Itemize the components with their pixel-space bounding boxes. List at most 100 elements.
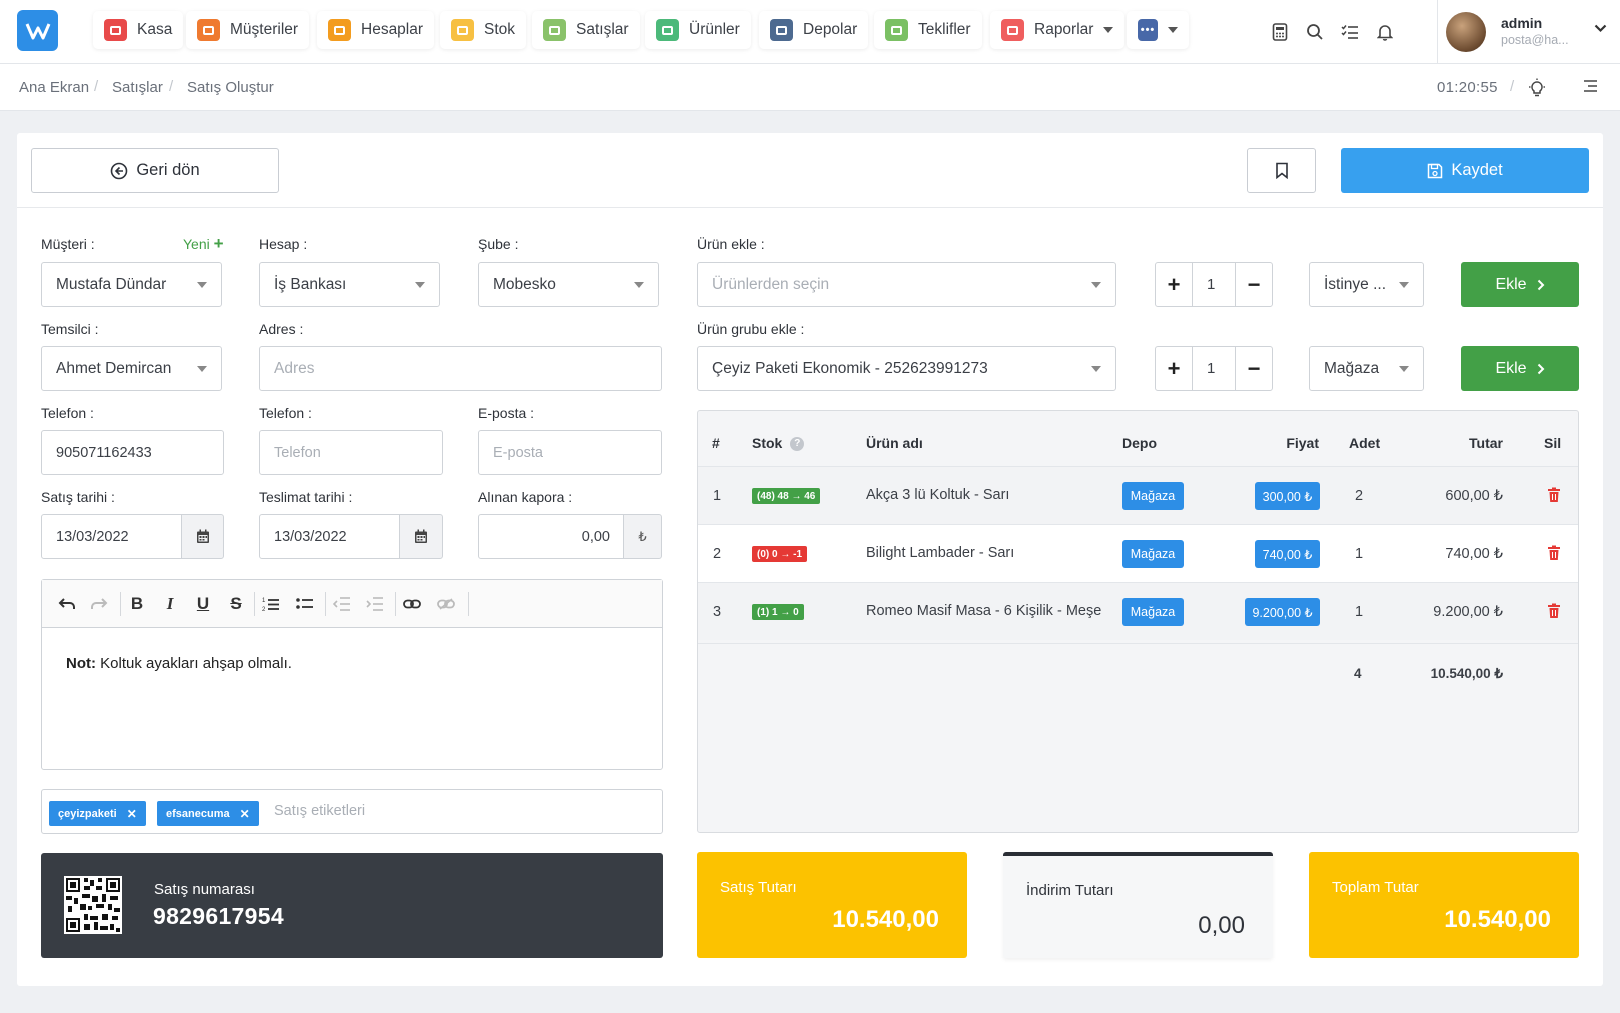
representative-select[interactable]: Ahmet Demircan (41, 346, 222, 391)
dropdown-caret-icon (415, 282, 425, 288)
undo-icon[interactable] (56, 594, 78, 614)
menu-lines-icon[interactable] (1582, 79, 1598, 94)
product-store-select[interactable]: İstinye ... (1309, 262, 1424, 307)
address-input[interactable]: Adres (259, 346, 662, 391)
total-amount-card: Toplam Tutar 10.540,00 (1309, 852, 1579, 958)
trash-icon[interactable] (1547, 603, 1561, 619)
address-label: Adres : (259, 321, 304, 337)
breadcrumb-current: Satış Oluştur (187, 79, 274, 96)
discount-amount-value: 0,00 (1198, 912, 1245, 939)
group-qty-stepper[interactable]: + 1 − (1155, 346, 1273, 391)
sales-amount-value: 10.540,00 (832, 906, 939, 933)
more-menu-button[interactable]: ••• (1127, 11, 1189, 49)
nav-users-button[interactable]: Müşteriler (186, 11, 310, 49)
strikethrough-icon[interactable]: S (225, 594, 247, 614)
nav-products-button[interactable]: Ürünler (645, 11, 751, 49)
tasks-icon[interactable] (1340, 22, 1360, 42)
trash-icon[interactable] (1547, 487, 1561, 503)
trash-icon[interactable] (1547, 545, 1561, 561)
tags-input[interactable]: çeyizpaketi ✕ efsanecuma ✕ Satış etiketler… (41, 789, 663, 834)
save-button[interactable]: Kaydet (1341, 148, 1589, 193)
add-product-button[interactable]: Ekle (1461, 262, 1579, 307)
indent-icon[interactable] (364, 594, 386, 614)
cash-icon (104, 19, 127, 41)
group-select[interactable]: Çeyiz Paketi Ekonomik - 252623991273 (697, 346, 1116, 391)
outdent-icon[interactable] (331, 594, 353, 614)
chevron-right-icon (1537, 279, 1544, 290)
branch-select[interactable]: Mobesko (478, 262, 659, 307)
representative-value: Ahmet Demircan (56, 359, 172, 377)
table-row: 3 (1) 1 → 0 Romeo Masif Masa - 6 Kişilik -… (698, 582, 1578, 640)
row-no: 2 (713, 546, 722, 562)
bullet-list-icon[interactable] (294, 594, 316, 614)
help-icon[interactable]: ? (790, 437, 805, 452)
toolbar-divider (120, 592, 121, 616)
breadcrumb-sales[interactable]: Satışlar (112, 79, 163, 96)
bell-icon[interactable] (1375, 22, 1395, 42)
plus-icon[interactable]: + (1156, 263, 1192, 306)
new-customer-link[interactable]: Yeni + (183, 235, 224, 252)
delivery-date-input[interactable]: 13/03/2022 (259, 514, 401, 559)
breadcrumb-home[interactable]: Ana Ekran (19, 79, 89, 96)
unlink-icon[interactable] (435, 594, 457, 614)
store-badge[interactable]: Mağaza (1122, 598, 1184, 626)
price-badge[interactable]: 300,00 ₺ (1255, 482, 1320, 510)
close-icon[interactable]: ✕ (240, 807, 250, 821)
sale-date-label: Satış tarihi : (41, 489, 115, 505)
sale-date-picker[interactable] (181, 514, 224, 559)
minus-icon[interactable]: − (1236, 263, 1272, 306)
price-badge[interactable]: 740,00 ₺ (1255, 540, 1320, 568)
toolbar-divider (468, 592, 469, 616)
minus-icon[interactable]: − (1236, 347, 1272, 390)
lightbulb-icon[interactable] (1527, 78, 1547, 98)
italic-icon[interactable]: I (159, 594, 181, 614)
nav-offers-button[interactable]: Teklifler (874, 11, 982, 49)
account-select[interactable]: İş Bankası (259, 262, 440, 307)
nav-accounts-button[interactable]: Hesaplar (317, 11, 435, 49)
ordered-list-icon[interactable]: 12 (260, 594, 282, 614)
calculator-icon[interactable] (1270, 22, 1290, 42)
product-qty-stepper[interactable]: + 1 − (1155, 262, 1273, 307)
search-icon[interactable] (1305, 22, 1325, 42)
bold-icon[interactable]: B (126, 594, 148, 614)
nav-reports-button[interactable]: Raporlar (990, 11, 1125, 49)
sale-date-input[interactable]: 13/03/2022 (41, 514, 183, 559)
back-button[interactable]: Geri dön (31, 148, 279, 193)
deposit-input[interactable]: 0,00 (478, 514, 625, 559)
nav-sales-button[interactable]: Satışlar (532, 11, 640, 49)
phone-input[interactable]: 905071162433 (41, 430, 224, 475)
stock-badge: (1) 1 → 0 (752, 604, 804, 620)
nav-warehouse-button[interactable]: Depolar (759, 11, 869, 49)
email-input[interactable]: E-posta (478, 430, 662, 475)
user-menu[interactable]: admin posta@ha... (1437, 0, 1620, 64)
nav-stock-button[interactable]: Stok (440, 11, 527, 49)
sale-number-box: Satış numarası 9829617954 (41, 853, 663, 958)
store-badge[interactable]: Mağaza (1122, 482, 1184, 510)
add-group-button[interactable]: Ekle (1461, 346, 1579, 391)
group-store-select[interactable]: Mağaza (1309, 346, 1424, 391)
plus-icon[interactable]: + (1156, 347, 1192, 390)
group-qty[interactable]: 1 (1192, 347, 1236, 390)
product-select[interactable]: Ürünlerden seçin (697, 262, 1116, 307)
app-logo[interactable] (17, 10, 58, 51)
underline-icon[interactable]: U (192, 594, 214, 614)
customer-select[interactable]: Mustafa Dündar (41, 262, 222, 307)
link-icon[interactable] (401, 594, 423, 614)
close-icon[interactable]: ✕ (127, 807, 137, 821)
note-editor[interactable]: B I U S 12 Not: Koltuk ayakları ahşap ol… (41, 579, 663, 770)
dropdown-caret-icon (197, 366, 207, 372)
total-amount-value: 10.540,00 (1444, 906, 1551, 933)
bookmark-button[interactable] (1247, 148, 1316, 193)
redo-icon[interactable] (88, 594, 110, 614)
products-icon (656, 19, 679, 41)
price-badge[interactable]: 9.200,00 ₺ (1245, 598, 1320, 626)
svg-text:2: 2 (262, 607, 266, 612)
back-arrow-icon (111, 162, 128, 179)
more-icon: ••• (1138, 19, 1158, 41)
product-qty[interactable]: 1 (1192, 263, 1236, 306)
store-badge[interactable]: Mağaza (1122, 540, 1184, 568)
delivery-date-picker[interactable] (399, 514, 443, 559)
nav-cash-button[interactable]: Kasa (93, 11, 184, 49)
floppy-disk-icon (1428, 163, 1443, 178)
phone2-input[interactable]: Telefon (259, 430, 443, 475)
